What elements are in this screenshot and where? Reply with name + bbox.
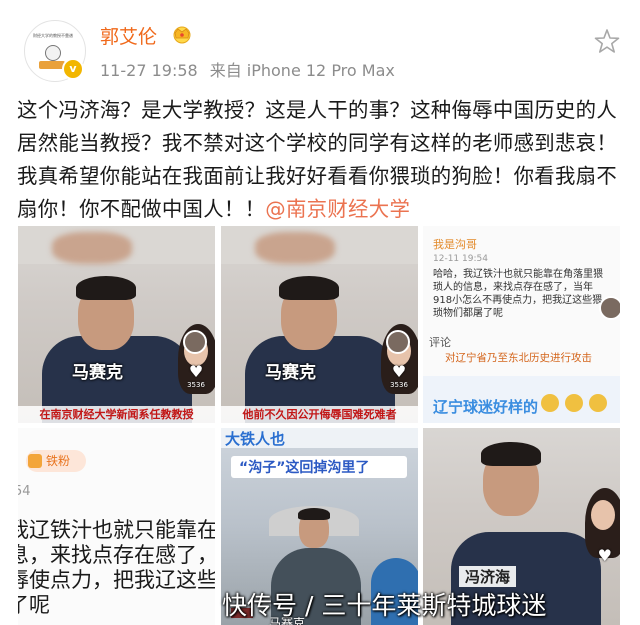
avatar-caption: 财经大学的教授不靠谱 [33, 33, 73, 38]
side-icons: ♥ 3536 [386, 330, 412, 389]
mini-avatar-icon [599, 296, 620, 320]
name-caption: 冯济海 [459, 566, 517, 587]
top-caption: 大铁人也 [221, 428, 418, 448]
comment-label: 评论 [429, 336, 451, 349]
name-caption: 马赛克 [265, 363, 316, 383]
thumbs-up-icon [541, 394, 559, 412]
post-image-1[interactable]: 马赛克 ♥ 3536 在南京财经大学新闻系任教教授 [18, 226, 215, 423]
post-text: 这个冯济海？是大学教授？这是人干的事？这种侮辱中国历史的人居然能当教授？我不禁对… [17, 94, 629, 226]
zoomed-line-4: 了呢 [18, 593, 50, 617]
post-image-4[interactable]: 铁粉 54 我辽铁汁也就只能靠在 息，来找点存在感了， 辱使点力，把我辽这些 了… [18, 428, 215, 625]
headline-text: “沟子”这回掉沟里了 [239, 460, 370, 476]
blurred-strip [221, 226, 418, 264]
avatar-figure-head [45, 45, 61, 61]
person-hair [76, 276, 136, 300]
heart-icon: ♥ [391, 362, 407, 381]
person-hair [298, 508, 330, 520]
thumbs-up-icon [589, 394, 607, 412]
heart-icon: ♥ [188, 362, 204, 381]
post-time: 11-27 19:58 [100, 61, 198, 80]
like-count: 3536 [390, 381, 408, 389]
zoomed-number: 54 [18, 484, 31, 499]
person-hair [279, 276, 339, 300]
big-caption: 辽宁球迷好样的 [433, 398, 539, 416]
person-hair [481, 442, 541, 466]
comment-user: 我是沟哥 [433, 238, 477, 251]
fan-badge-icon [28, 454, 42, 468]
headline-banner: “沟子”这回掉沟里了 [231, 456, 407, 478]
username[interactable]: 郭艾伦 [100, 22, 157, 49]
like-count: 3536 [187, 381, 205, 389]
post-source: 来自 iPhone 12 Pro Max [209, 61, 395, 80]
girl-face [591, 500, 615, 530]
mini-avatar-icon [183, 330, 207, 354]
fan-tag-label: 铁粉 [46, 454, 71, 468]
mention-link[interactable]: @南京财经大学 [265, 197, 410, 221]
crown-icon [173, 26, 191, 44]
star-icon[interactable] [594, 28, 620, 54]
blurred-strip [18, 226, 215, 264]
post-meta: 11-27 19:58 来自 iPhone 12 Pro Max [100, 57, 395, 81]
post-image-3[interactable]: 我是沟哥 12-11 19:54 哈哈，我辽铁汁也就只能靠在角落里猥琐人的信息，… [423, 226, 620, 423]
verified-badge-icon: v [62, 58, 84, 80]
thumbs-up-icon [565, 394, 583, 412]
name-caption: 马赛克 [72, 363, 123, 383]
mini-avatar-icon [386, 330, 410, 354]
subtitle: 在南京财经大学新闻系任教教授 [18, 406, 215, 423]
comment-highlight: 对辽宁省乃至东北历史进行攻击 [445, 352, 592, 364]
comment-text: 哈哈，我辽铁汁也就只能靠在角落里猥琐人的信息，来找点存在感了，当年918小怎么不… [433, 269, 603, 319]
post-image-2[interactable]: 马赛克 ♥ 3536 他前不久因公开侮辱国难死难者 [221, 226, 418, 423]
watermark: 快传号 / 三十年莱斯特城球迷 [222, 591, 547, 620]
comment-time: 12-11 19:54 [433, 254, 488, 264]
image-grid: 马赛克 ♥ 3536 在南京财经大学新闻系任教教授 马赛克 ♥ 3536 他前不… [18, 226, 622, 625]
heart-icon: ♥ [597, 546, 612, 565]
subtitle: 他前不久因公开侮辱国难死难者 [221, 406, 418, 423]
side-icons: ♥ 3536 [183, 330, 209, 389]
